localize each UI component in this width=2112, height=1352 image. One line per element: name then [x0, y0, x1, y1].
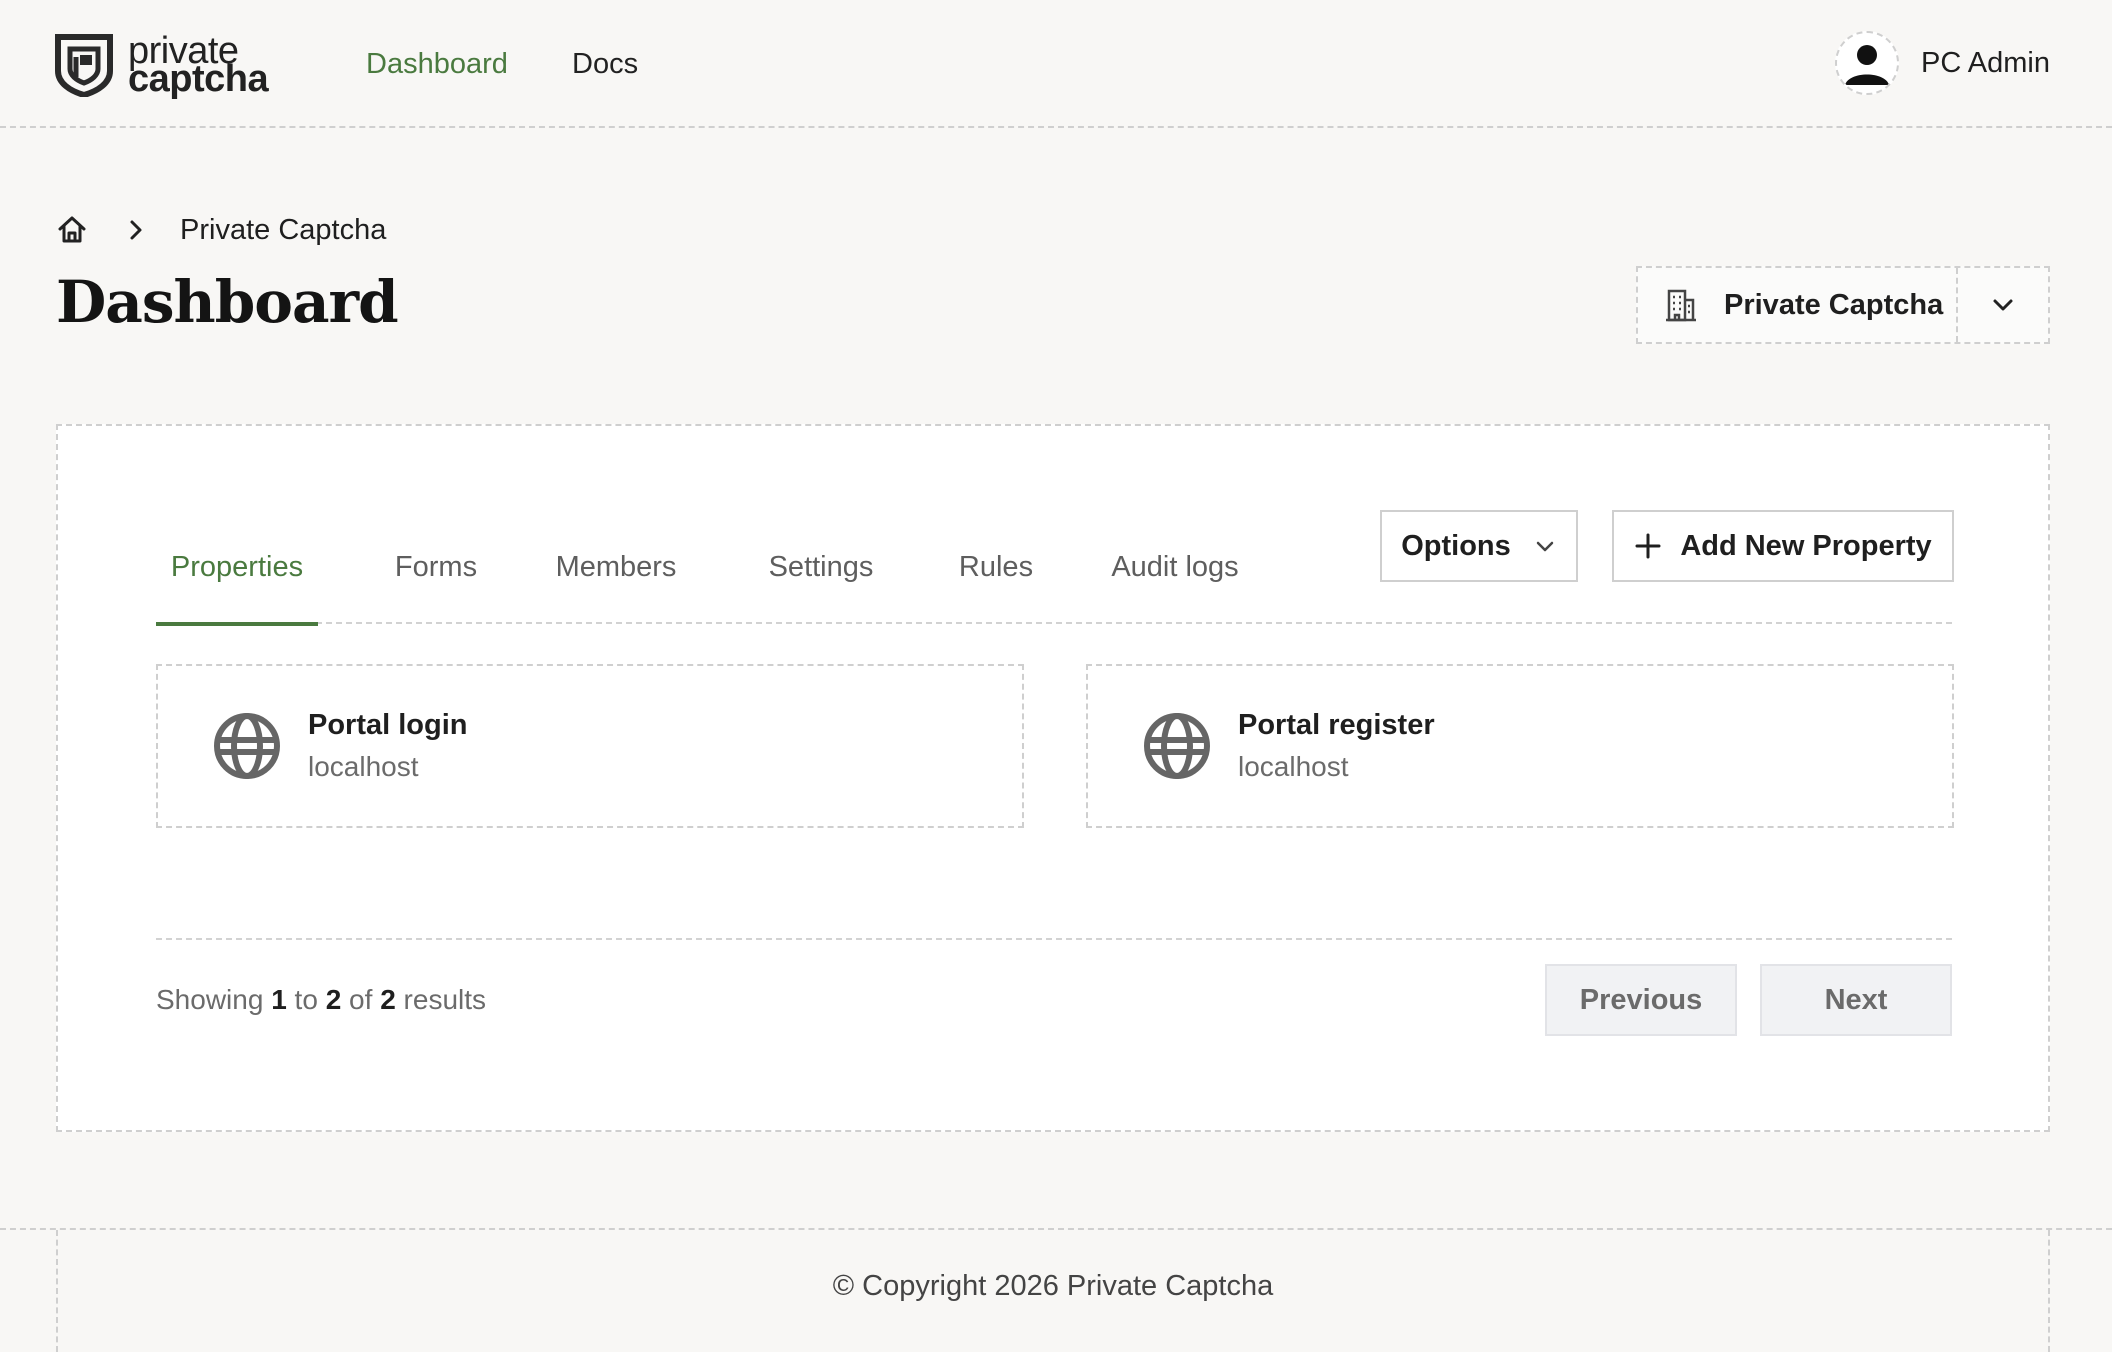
breadcrumb-current[interactable]: Private Captcha [180, 214, 386, 247]
options-label: Options [1401, 529, 1511, 562]
property-info: Portal register localhost [1238, 706, 1435, 786]
of-word: of [349, 984, 373, 1015]
results-suffix: results [403, 984, 487, 1015]
user-menu[interactable]: PC Admin [1835, 30, 2050, 96]
next-button[interactable]: Next [1760, 964, 1952, 1036]
building-icon [1666, 289, 1696, 322]
property-info: Portal login localhost [308, 706, 468, 786]
properties-panel: Properties Forms Members Settings Rules … [56, 424, 2050, 1132]
property-card[interactable]: Portal login localhost [156, 664, 1024, 828]
results-total: 2 [380, 984, 396, 1015]
footer: © Copyright 2026 Private Captcha [0, 1228, 2112, 1352]
globe-icon [1144, 713, 1210, 779]
to-word: to [294, 984, 318, 1015]
tab-audit-logs[interactable]: Audit logs [1100, 510, 1250, 624]
page-title: Dashboard [56, 268, 399, 336]
avatar [1835, 31, 1900, 95]
tab-forms[interactable]: Forms [386, 510, 486, 624]
property-name: Portal register [1238, 709, 1435, 741]
add-new-property-label: Add New Property [1680, 529, 1932, 562]
results-to: 2 [325, 984, 342, 1015]
pagination: Showing 1 to 2 of 2 results Previous Nex… [156, 938, 1952, 1036]
chevron-down-icon [1536, 541, 1554, 552]
options-button[interactable]: Options [1380, 510, 1578, 582]
property-card[interactable]: Portal register localhost [1086, 664, 1954, 828]
tab-rules[interactable]: Rules [952, 510, 1040, 624]
home-icon[interactable] [56, 214, 88, 246]
organization-dropdown-toggle[interactable] [1956, 268, 2048, 342]
logo[interactable]: private captcha [54, 30, 269, 100]
tab-members[interactable]: Members [546, 510, 686, 624]
nav-docs-link[interactable]: Docs [572, 44, 638, 84]
organization-switcher: Private Captcha [1636, 266, 2050, 344]
globe-icon [214, 713, 280, 779]
property-name: Portal login [308, 709, 468, 741]
breadcrumb: Private Captcha [56, 210, 386, 250]
property-host: localhost [1238, 751, 1349, 782]
previous-button[interactable]: Previous [1545, 964, 1737, 1036]
top-bar: private captcha Dashboard Docs PC Admin [0, 0, 2112, 128]
chevron-right-icon [130, 220, 142, 240]
tab-properties[interactable]: Properties [156, 510, 318, 626]
nav-dashboard-link[interactable]: Dashboard [366, 44, 508, 84]
plus-icon [1635, 533, 1661, 559]
organization-select-button[interactable]: Private Captcha [1638, 268, 1956, 342]
results-summary: Showing 1 to 2 of 2 results [156, 984, 486, 1016]
chevron-down-icon [1993, 299, 2013, 311]
shield-logo-icon [55, 34, 113, 97]
logo-line-2: captcha [128, 58, 269, 100]
showing-prefix: Showing [156, 984, 264, 1015]
user-name: PC Admin [1921, 46, 2050, 79]
property-host: localhost [308, 751, 419, 782]
copyright-text: © Copyright 2026 Private Captcha [832, 1270, 1274, 1302]
footer-inner: © Copyright 2026 Private Captcha [56, 1230, 2050, 1352]
results-from: 1 [271, 984, 287, 1015]
tab-settings[interactable]: Settings [754, 510, 888, 624]
organization-name: Private Captcha [1724, 288, 1944, 321]
user-icon [1845, 45, 1890, 85]
add-new-property-button[interactable]: Add New Property [1612, 510, 1954, 582]
logo-text: private captcha [128, 32, 269, 100]
